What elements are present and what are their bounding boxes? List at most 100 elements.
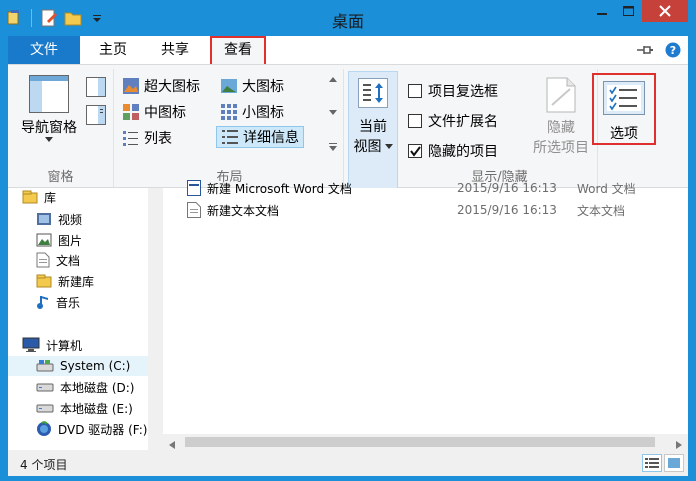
large-icons-view-icon (668, 458, 680, 468)
drive-icon (36, 381, 54, 393)
nav-item[interactable]: 音乐 (36, 292, 80, 312)
tab-view[interactable]: 查看 (210, 36, 266, 64)
details-button[interactable]: 详细信息 (216, 126, 304, 148)
preview-pane-icon[interactable] (86, 77, 106, 100)
small-icons-icon (220, 103, 238, 121)
nav-item[interactable]: 文档 (36, 250, 80, 270)
caption-buttons (588, 0, 688, 22)
text-document-icon (187, 202, 201, 218)
item-checkboxes-toggle[interactable]: 项目复选框 (408, 79, 498, 103)
dvd-drive-icon (36, 421, 52, 437)
nav-item-label: 音乐 (56, 295, 81, 310)
nav-item-label: System (C:) (60, 359, 131, 373)
item-checkboxes-checkbox[interactable] (408, 84, 422, 98)
document-icon (36, 252, 50, 268)
horizontal-scrollbar[interactable] (163, 434, 688, 450)
nav-item-label: 视频 (58, 212, 83, 227)
hide-selected-label-2: 所选项目 (533, 140, 589, 156)
current-view-label-1: 当前 (359, 119, 387, 135)
medium-icons-button[interactable]: 中图标 (122, 101, 186, 123)
nav-item-label: 文档 (56, 253, 81, 268)
nav-scrollbar[interactable] (148, 188, 163, 450)
svg-text:?: ? (670, 44, 676, 57)
hidden-items-toggle[interactable]: 隐藏的项目 (408, 139, 498, 163)
current-view-button[interactable]: 当前 视图 (348, 71, 398, 189)
file-extensions-checkbox[interactable] (408, 114, 422, 128)
list-icon (122, 129, 140, 147)
close-button[interactable] (642, 0, 688, 22)
large-icons-label: 大图标 (242, 79, 284, 95)
pin-ribbon-icon[interactable] (634, 40, 656, 60)
item-checkboxes-label: 项目复选框 (428, 84, 498, 100)
music-icon (36, 294, 50, 310)
details-pane-icon[interactable] (86, 105, 106, 128)
chevron-down-icon (329, 110, 337, 115)
nav-item[interactable]: 图片 (36, 230, 82, 250)
nav-item-label: 本地磁盘 (E:) (60, 401, 133, 416)
tab-share[interactable]: 共享 (150, 36, 200, 64)
library-icon (22, 190, 38, 204)
ribbon-view: 导航窗格 窗格 超大图标 大图标 中图标 小图标 列表 详细信息 布局 当前 视… (8, 64, 688, 189)
nav-item-label: 库 (44, 190, 57, 205)
scrollbar-thumb[interactable] (185, 437, 655, 447)
large-icons-button[interactable]: 大图标 (220, 75, 284, 97)
properties-icon[interactable] (39, 8, 59, 28)
layout-scroll[interactable] (326, 77, 340, 151)
status-bar: 4 个项目 (8, 450, 688, 476)
file-row[interactable]: 新建 Microsoft Word 文档 2015/9/16 16:13 Wor… (187, 178, 636, 198)
hide-selected-label-1: 隐藏 (547, 120, 575, 136)
status-view-switcher (642, 454, 684, 472)
nav-pane-button[interactable]: 导航窗格 (12, 75, 86, 142)
file-extensions-label: 文件扩展名 (428, 114, 498, 130)
minimize-button[interactable] (588, 0, 615, 22)
nav-pane-icon (29, 75, 69, 113)
options-group: 选项 (592, 69, 656, 187)
file-extensions-toggle[interactable]: 文件扩展名 (408, 109, 498, 133)
word-document-icon (187, 180, 201, 196)
large-icons-view-button[interactable] (664, 454, 684, 472)
computer-icon (22, 337, 40, 353)
new-folder-icon[interactable] (63, 8, 83, 28)
details-view-icon (645, 458, 659, 468)
options-button[interactable]: 选项 (592, 73, 656, 145)
details-view-button[interactable] (642, 454, 662, 472)
chevron-down-icon (45, 137, 53, 142)
layout-group: 超大图标 大图标 中图标 小图标 列表 详细信息 布局 (116, 69, 344, 187)
hidden-items-label: 隐藏的项目 (428, 144, 498, 160)
details-label: 详细信息 (243, 130, 299, 146)
tab-file[interactable]: 文件 (8, 36, 80, 64)
nav-item[interactable]: 库 (22, 187, 56, 207)
nav-item[interactable]: 本地磁盘 (E:) (36, 398, 133, 418)
nav-item[interactable]: 本地磁盘 (D:) (36, 377, 134, 397)
nav-item[interactable]: 计算机 (22, 335, 82, 355)
window-menu-icon[interactable] (4, 8, 24, 28)
nav-item[interactable]: 新建库 (36, 271, 94, 291)
hide-selected-button[interactable]: 隐藏 所选项目 (524, 77, 598, 157)
help-icon[interactable]: ? (662, 40, 684, 60)
customize-qat-icon[interactable] (87, 8, 107, 28)
file-type: 文本文档 (577, 203, 626, 218)
library-icon (36, 274, 52, 288)
file-name: 新建 Microsoft Word 文档 (207, 181, 352, 196)
medium-icons-icon (122, 103, 140, 121)
options-label: 选项 (610, 126, 638, 142)
title-bar: 桌面 (0, 0, 696, 36)
nav-item-label: 本地磁盘 (D:) (60, 380, 135, 395)
tab-home[interactable]: 主页 (88, 36, 138, 64)
extra-large-icons-icon (122, 77, 140, 95)
file-type: Word 文档 (577, 181, 636, 196)
file-date: 2015/9/16 16:13 (457, 181, 557, 195)
nav-item[interactable]: DVD 驱动器 (F:) (36, 419, 148, 439)
small-icons-label: 小图标 (242, 105, 284, 121)
drive-icon (36, 402, 54, 414)
list-button[interactable]: 列表 (122, 127, 172, 149)
extra-large-icons-button[interactable]: 超大图标 (122, 75, 200, 97)
hidden-items-checkbox[interactable] (408, 144, 422, 158)
file-date: 2015/9/16 16:13 (457, 203, 557, 217)
file-row[interactable]: 新建文本文档 2015/9/16 16:13 文本文档 (187, 200, 625, 220)
small-icons-button[interactable]: 小图标 (220, 101, 284, 123)
nav-item[interactable]: System (C:) (8, 356, 148, 376)
maximize-button[interactable] (615, 0, 642, 22)
nav-item-label: DVD 驱动器 (F:) (58, 422, 148, 437)
nav-item[interactable]: 视频 (36, 209, 82, 229)
